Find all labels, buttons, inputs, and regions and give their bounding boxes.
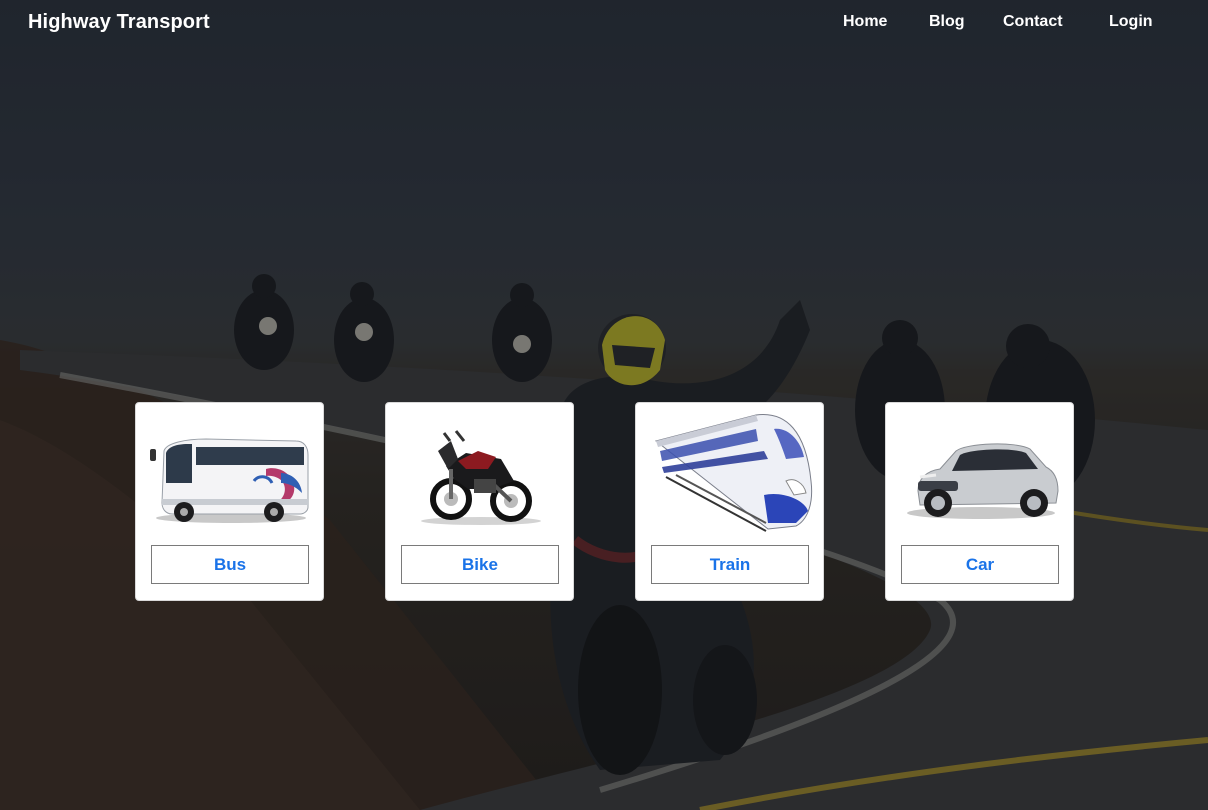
- transport-card-bike: Bike: [385, 402, 574, 601]
- bus-image: [146, 411, 313, 539]
- bus-button[interactable]: Bus: [151, 545, 309, 584]
- nav-contact-link[interactable]: Contact: [1003, 13, 1063, 31]
- car-button[interactable]: Car: [901, 545, 1059, 584]
- nav-home-link[interactable]: Home: [843, 13, 887, 31]
- train-button[interactable]: Train: [651, 545, 809, 584]
- transport-card-car: Car: [885, 402, 1074, 601]
- brand-logo-text[interactable]: Highway Transport: [28, 11, 210, 34]
- nav-login-link[interactable]: Login: [1109, 13, 1153, 31]
- transport-card-train: Train: [635, 402, 824, 601]
- bike-button[interactable]: Bike: [401, 545, 559, 584]
- bullet-train-image: [646, 411, 813, 539]
- car-image: [896, 411, 1063, 539]
- transport-card-bus: Bus: [135, 402, 324, 601]
- navbar: Highway Transport Home Blog Contact Logi…: [0, 0, 1208, 46]
- nav-blog-link[interactable]: Blog: [929, 13, 965, 31]
- motorbike-image: [396, 411, 563, 539]
